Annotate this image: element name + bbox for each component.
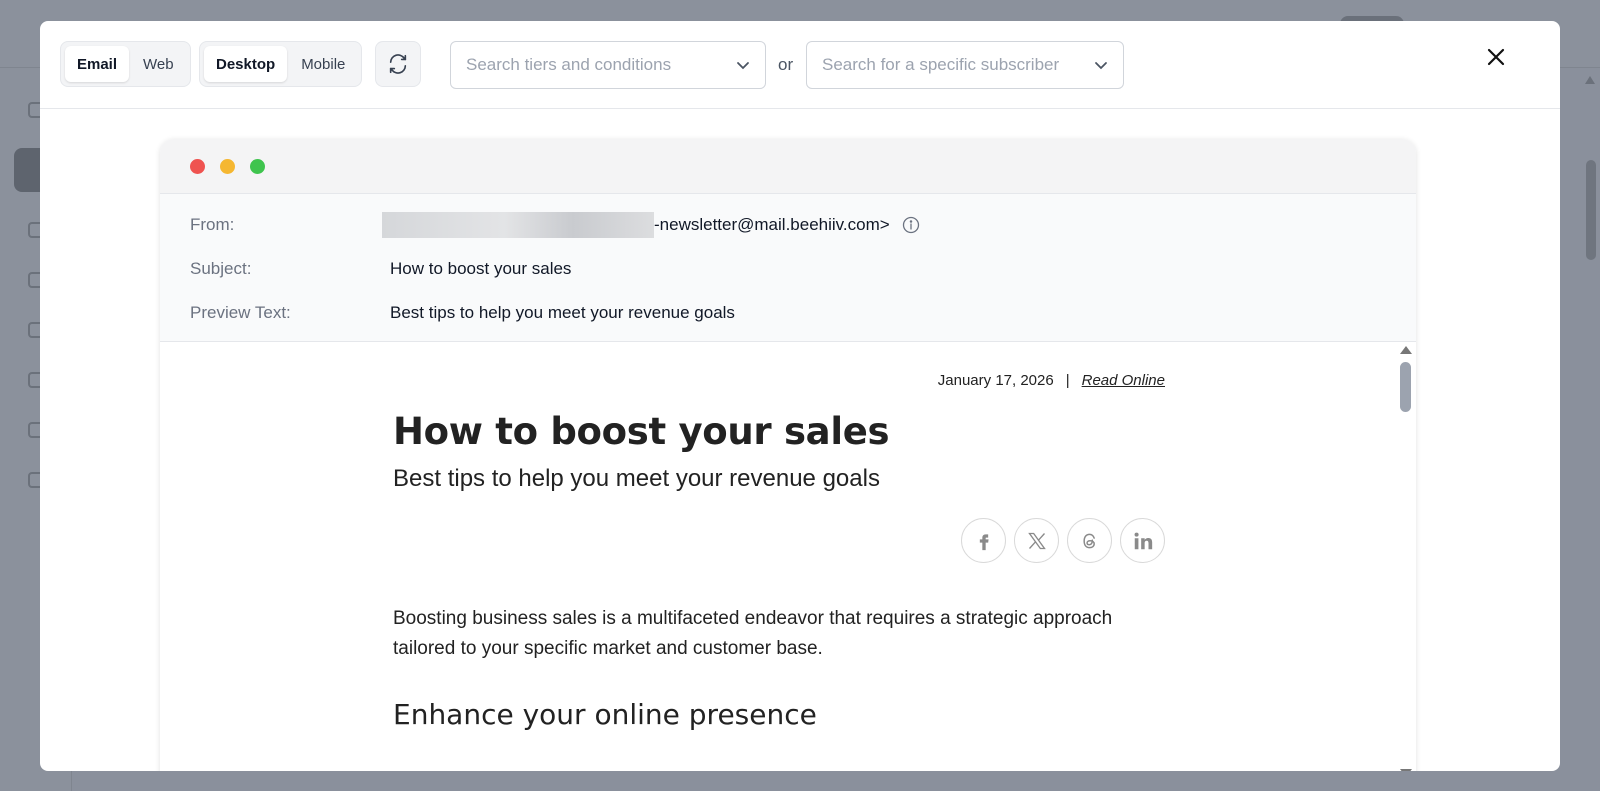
date-line: January 17, 2026 | Read Online — [938, 372, 1165, 389]
subscriber-search-dropdown[interactable]: Search for a specific subscriber — [806, 41, 1124, 89]
subject-row: Subject: How to boost your sales — [190, 257, 1390, 281]
facebook-icon[interactable] — [961, 518, 1006, 563]
preview-text-label: Preview Text: — [190, 303, 291, 322]
scroll-thumb[interactable] — [1400, 362, 1411, 412]
modal-toolbar: Email Web Desktop Mobile Search tiers an… — [40, 21, 1560, 109]
preview-text-row: Preview Text: Best tips to help you meet… — [190, 301, 1390, 325]
redacted-sender — [382, 212, 654, 238]
view-toggle: Email Web — [60, 41, 191, 87]
email-title: How to boost your sales — [393, 410, 890, 453]
tab-web[interactable]: Web — [131, 46, 186, 82]
subscriber-search-placeholder: Search for a specific subscriber — [822, 55, 1060, 74]
read-online-link[interactable]: Read Online — [1082, 372, 1165, 389]
window-close-dot — [190, 159, 205, 174]
email-scrollbar[interactable] — [1396, 342, 1416, 771]
preview-modal: Email Web Desktop Mobile Search tiers an… — [40, 21, 1560, 771]
preview-text-value: Best tips to help you meet your revenue … — [390, 303, 735, 322]
email-subtitle: Best tips to help you meet your revenue … — [393, 465, 880, 492]
date-separator: | — [1065, 372, 1070, 389]
email-section-heading: Enhance your online presence — [393, 698, 817, 731]
from-label: From: — [190, 215, 235, 234]
subject-value: How to boost your sales — [390, 259, 572, 278]
tiers-search-placeholder: Search tiers and conditions — [466, 55, 672, 74]
scroll-up-arrow[interactable] — [1400, 346, 1412, 354]
threads-icon[interactable] — [1067, 518, 1112, 563]
tab-mobile[interactable]: Mobile — [289, 46, 357, 82]
email-date: January 17, 2026 — [937, 372, 1054, 389]
chevron-down-icon — [1095, 62, 1107, 70]
refresh-button[interactable] — [375, 41, 421, 87]
close-icon — [1487, 48, 1505, 66]
scroll-down-arrow[interactable] — [1400, 769, 1412, 771]
from-address: -newsletter@mail.beehiiv.com> — [654, 215, 890, 234]
email-paragraph: Boosting business sales is a multifacete… — [393, 608, 1113, 659]
from-value: -newsletter@mail.beehiiv.com> — [382, 212, 920, 238]
tab-email[interactable]: Email — [65, 46, 130, 82]
refresh-icon — [389, 54, 407, 74]
subject-label: Subject: — [190, 259, 252, 278]
page-scrollbar[interactable] — [1583, 70, 1597, 790]
tiers-search-dropdown[interactable]: Search tiers and conditions — [450, 41, 766, 89]
email-meta: From: -newsletter@mail.beehiiv.com> Subj… — [160, 194, 1416, 342]
window-maximize-dot — [250, 159, 265, 174]
window-titlebar — [160, 139, 1416, 194]
info-icon[interactable] — [902, 216, 920, 234]
email-body: January 17, 2026 | Read Online How to bo… — [160, 342, 1416, 771]
x-icon[interactable] — [1014, 518, 1059, 563]
tab-desktop[interactable]: Desktop — [204, 46, 288, 82]
device-toggle: Desktop Mobile — [199, 41, 363, 87]
chevron-down-icon — [737, 62, 749, 70]
window-minimize-dot — [220, 159, 235, 174]
from-row: From: -newsletter@mail.beehiiv.com> — [190, 212, 1390, 238]
social-links — [961, 518, 1165, 563]
email-preview-window: From: -newsletter@mail.beehiiv.com> Subj… — [160, 139, 1416, 771]
close-button[interactable] — [1482, 43, 1510, 71]
linkedin-icon[interactable] — [1120, 518, 1165, 563]
or-separator: or — [778, 55, 794, 74]
